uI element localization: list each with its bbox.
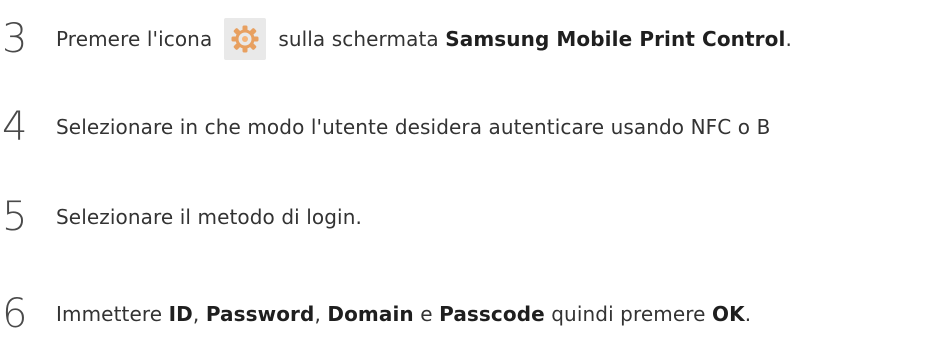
step-text-part: Premere l'icona [56, 27, 213, 51]
step-number: 3 [2, 18, 28, 60]
step-3: 3 Premere l'icona sulla schermata Samsun… [0, 18, 940, 60]
step-text: Premere l'icona sulla schermata Samsung … [56, 18, 792, 60]
app-name: Samsung Mobile Print Control [445, 27, 786, 51]
field-domain: Domain [327, 302, 414, 326]
step-text: Selezionare il metodo di login. [56, 205, 362, 229]
step-number: 4 [2, 107, 28, 147]
step-text-part: , [192, 302, 200, 326]
settings-gear-icon [224, 18, 267, 60]
step-number: 5 [2, 197, 28, 237]
step-text-part: Immettere [56, 302, 163, 326]
step-text-part: , [314, 302, 321, 326]
step-text-part: e [420, 302, 433, 326]
step-number: 6 [2, 294, 28, 334]
field-passcode: Passcode [439, 302, 545, 326]
field-password: Password [205, 302, 315, 326]
step-text: Selezionare in che modo l'utente desider… [56, 115, 771, 139]
step-4: 4 Selezionare in che modo l'utente desid… [0, 107, 940, 147]
step-6: 6 Immettere ID, Password, Domain e Passc… [0, 294, 940, 334]
step-text-part: . [744, 302, 752, 326]
step-text: Immettere ID, Password, Domain e Passcod… [56, 304, 751, 324]
step-text-part: sulla schermata [278, 27, 439, 51]
ok-label: OK [712, 302, 745, 326]
step-text-part: quindi premere [551, 302, 706, 326]
step-text-part: . [785, 27, 792, 51]
field-id: ID [168, 302, 193, 326]
step-5: 5 Selezionare il metodo di login. [0, 197, 940, 237]
